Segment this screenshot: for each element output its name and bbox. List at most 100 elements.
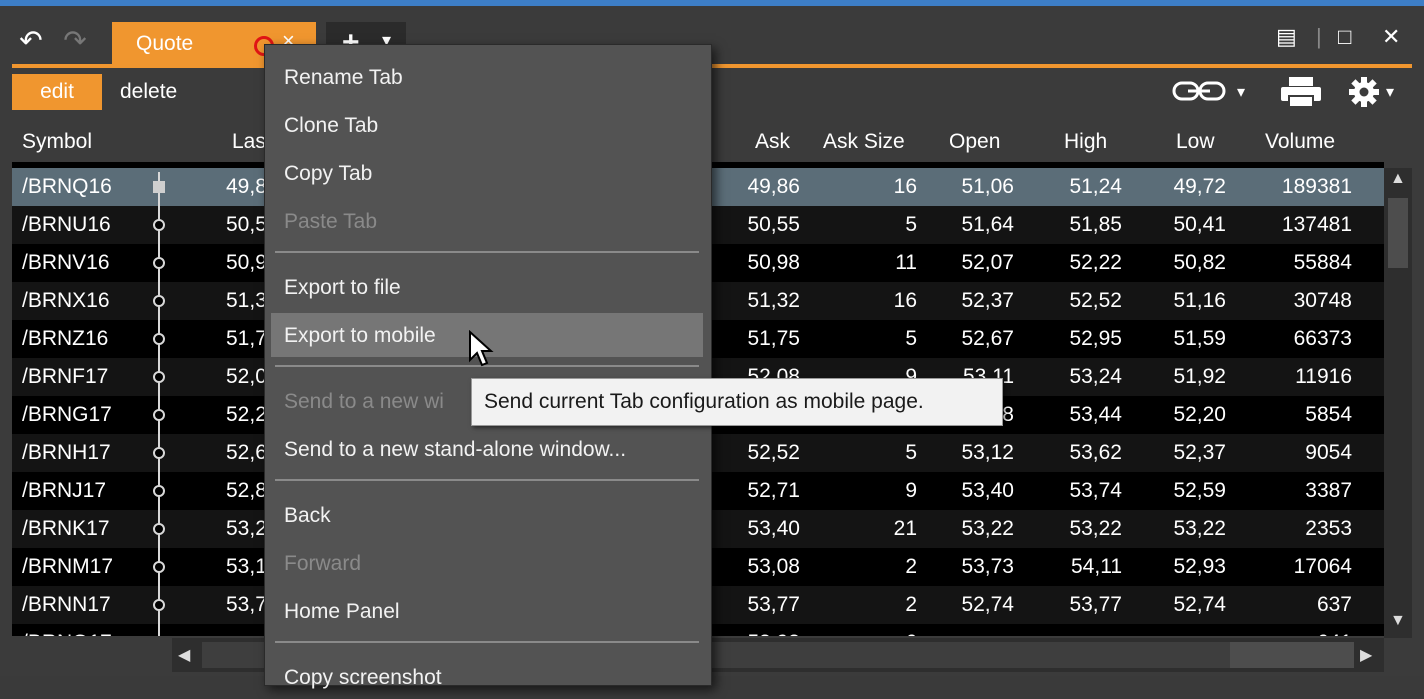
column-header-symbol[interactable]: Symbol xyxy=(22,130,92,154)
tooltip-text: Send current Tab configuration as mobile… xyxy=(484,390,924,413)
scroll-left-icon[interactable]: ◀ xyxy=(178,645,190,665)
cell-open: 53,22 xyxy=(961,517,1014,540)
cell-ask: 52,52 xyxy=(747,441,800,464)
cell-volume: 641 xyxy=(1317,631,1352,636)
cell-last: 53,7 xyxy=(226,593,267,616)
menu-item-label: Send to a new stand-alone window... xyxy=(284,438,627,461)
chain-node-icon xyxy=(153,333,165,345)
cell-ask: 53,77 xyxy=(747,593,800,616)
scroll-down-icon[interactable]: ▼ xyxy=(1390,612,1406,630)
tab-label: Quote xyxy=(136,32,194,55)
cell-volume: 17064 xyxy=(1293,555,1352,578)
menu-item-export-to-file[interactable]: Export to file xyxy=(271,265,703,309)
cell-volume: 55884 xyxy=(1293,251,1352,274)
print-icon[interactable] xyxy=(1280,76,1322,113)
menu-item-label: Home Panel xyxy=(284,600,400,623)
cell-symbol: /BRNZ16 xyxy=(22,327,109,350)
cell-low: 52,74 xyxy=(1173,593,1226,616)
cell-low: 49,72 xyxy=(1173,175,1226,198)
chain-current-marker xyxy=(153,181,165,193)
column-header-volume[interactable]: Volume xyxy=(1265,130,1335,154)
cell-volume: 30748 xyxy=(1293,289,1352,312)
vertical-scrollbar[interactable]: ▲ ▼ xyxy=(1384,168,1412,638)
delete-button[interactable]: delete xyxy=(120,74,177,110)
menu-item-label: Export to mobile xyxy=(284,324,436,347)
scroll-right-icon[interactable]: ▶ xyxy=(1360,645,1372,665)
menu-item-forward: Forward xyxy=(271,541,703,585)
chain-node-icon xyxy=(153,485,165,497)
menu-item-label: Copy screenshot xyxy=(284,666,442,689)
menu-item-copy-tab[interactable]: Copy Tab xyxy=(271,151,703,195)
menu-item-home-panel[interactable]: Home Panel xyxy=(271,589,703,633)
menu-item-clone-tab[interactable]: Clone Tab xyxy=(271,103,703,147)
menu-item-label: Send to a new wi xyxy=(284,390,444,413)
cell-symbol: /BRNF17 xyxy=(22,365,109,388)
chain-node-icon xyxy=(153,371,165,383)
column-header-ask[interactable]: Ask xyxy=(755,130,790,154)
cell-high: 53,74 xyxy=(1069,479,1122,502)
column-header-ask-size[interactable]: Ask Size xyxy=(823,130,905,154)
window-menu-icon[interactable]: ▤ xyxy=(1276,24,1297,50)
cell-low: 52,20 xyxy=(1173,403,1226,426)
menu-item-send-to-a-new-stand-alone-window[interactable]: Send to a new stand-alone window... xyxy=(271,427,703,471)
cell-ask-size: 9 xyxy=(905,479,917,502)
cell-ask: 50,98 xyxy=(747,251,800,274)
chain-node-icon xyxy=(153,295,165,307)
link-chain-icon xyxy=(1172,81,1226,101)
column-header-open[interactable]: Open xyxy=(949,130,1000,154)
menu-item-rename-tab[interactable]: Rename Tab xyxy=(271,55,703,99)
cell-volume: 137481 xyxy=(1281,213,1352,236)
cell-ask: 52,71 xyxy=(747,479,800,502)
cell-open: 52,67 xyxy=(961,327,1014,350)
horizontal-scroll-thumb[interactable] xyxy=(1230,642,1354,668)
cell-volume: 5854 xyxy=(1305,403,1352,426)
cell-symbol: /BRNK17 xyxy=(22,517,110,540)
menu-separator xyxy=(275,479,699,481)
link-icon[interactable] xyxy=(1172,78,1228,109)
cell-high: 53,77 xyxy=(1069,593,1122,616)
menu-item-copy-screenshot[interactable]: Copy screenshot xyxy=(271,655,703,699)
cell-symbol: /BRNJ17 xyxy=(22,479,107,502)
chain-node-icon xyxy=(153,219,165,231)
scroll-up-icon[interactable]: ▲ xyxy=(1390,170,1406,188)
cell-last: 49,8 xyxy=(226,175,267,198)
cell-low: 53,22 xyxy=(1173,517,1226,540)
menu-item-label: Rename Tab xyxy=(284,66,403,89)
forward-icon[interactable]: ↷ xyxy=(60,26,90,56)
cell-volume: 9054 xyxy=(1305,441,1352,464)
cell-volume: 2353 xyxy=(1305,517,1352,540)
column-header-low[interactable]: Low xyxy=(1176,130,1215,154)
cell-last: 52,6 xyxy=(226,441,267,464)
chain-node-icon xyxy=(153,561,165,573)
quote-window: ↶ ↷ Quote × + ▾ ▤ | □ ✕ edit delete ▾ ▾ … xyxy=(0,6,1424,676)
maximize-icon[interactable]: □ xyxy=(1338,24,1351,50)
cell-open: 52,07 xyxy=(961,251,1014,274)
settings-dropdown-icon[interactable]: ▾ xyxy=(1386,82,1394,102)
gear-icon[interactable] xyxy=(1348,76,1380,113)
cell-ask-size: 11 xyxy=(895,251,917,274)
menu-separator xyxy=(275,251,699,253)
column-header-high[interactable]: High xyxy=(1064,130,1107,154)
edit-button[interactable]: edit xyxy=(12,74,102,110)
cell-high: 53,22 xyxy=(1069,517,1122,540)
cell-low: 50,41 xyxy=(1173,213,1226,236)
close-icon[interactable]: ✕ xyxy=(1382,24,1400,50)
cell-ask: 53,40 xyxy=(747,517,800,540)
cell-volume: 11916 xyxy=(1295,365,1352,388)
cell-open: 52,37 xyxy=(961,289,1014,312)
back-icon[interactable]: ↶ xyxy=(16,26,46,56)
column-header-last[interactable]: Las xyxy=(232,130,266,154)
cell-ask-size: 21 xyxy=(893,517,917,540)
cell-low: 50,82 xyxy=(1173,251,1226,274)
link-dropdown-icon[interactable]: ▾ xyxy=(1237,82,1245,102)
cell-high: 52,22 xyxy=(1069,251,1122,274)
cell-last: 51,7 xyxy=(226,327,267,350)
cell-last: 53,2 xyxy=(226,517,267,540)
tooltip: Send current Tab configuration as mobile… xyxy=(471,378,1003,426)
menu-item-back[interactable]: Back xyxy=(271,493,703,537)
menu-item-label: Export to file xyxy=(284,276,401,299)
vertical-scroll-thumb[interactable] xyxy=(1388,198,1408,268)
cell-high: 51,24 xyxy=(1069,175,1122,198)
cell-low: 52,59 xyxy=(1173,479,1226,502)
cell-last: 50,5 xyxy=(226,213,267,236)
